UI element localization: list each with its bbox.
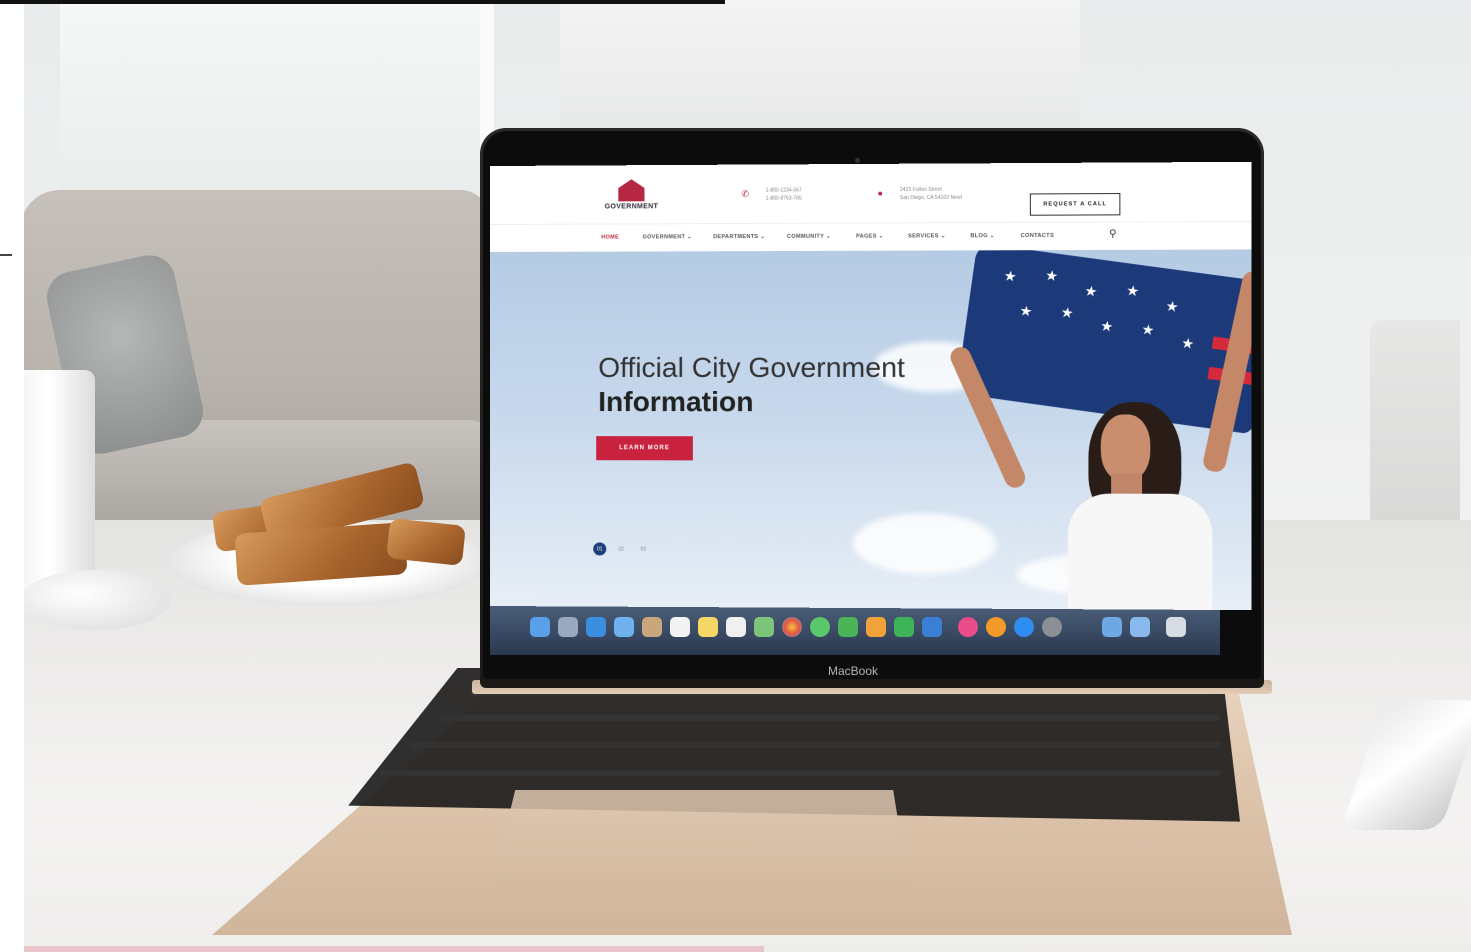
numbers-icon[interactable] bbox=[894, 617, 914, 637]
site-header: GOVERNMENT ✆ 1-800-1234-567 1-800-8763-7… bbox=[490, 161, 1252, 224]
pastry bbox=[386, 518, 466, 566]
top-border bbox=[0, 0, 725, 4]
contact-line: 2415 Fulton Street bbox=[899, 186, 942, 194]
edge-mark bbox=[0, 254, 12, 256]
keynote-icon[interactable] bbox=[922, 617, 942, 637]
photos-icon[interactable] bbox=[782, 617, 802, 637]
pages-icon[interactable] bbox=[866, 617, 886, 637]
nav-item-government[interactable]: GOVERNMENT ⌄ bbox=[642, 234, 692, 240]
system-preferences-icon[interactable] bbox=[1042, 617, 1062, 637]
macos-dock bbox=[490, 605, 1220, 655]
launchpad-icon[interactable] bbox=[558, 617, 578, 637]
nav-item-contacts[interactable]: CONTACTS bbox=[1021, 233, 1054, 239]
nav-item-community[interactable]: COMMUNITY ⌄ bbox=[787, 234, 831, 240]
downloads-icon[interactable] bbox=[1102, 617, 1122, 637]
site-logo[interactable]: GOVERNMENT bbox=[596, 179, 666, 217]
contacts-icon[interactable] bbox=[642, 617, 662, 637]
facetime-icon[interactable] bbox=[838, 617, 858, 637]
contact-line: 1-800-1234-567 bbox=[765, 187, 802, 194]
laptop-trackpad bbox=[490, 790, 910, 895]
hero-slider: ★ ★ ★ ★ ★ ★ ★ ★ ★ ★ Official City Govern… bbox=[490, 249, 1252, 611]
device-brand-label: MacBook bbox=[827, 664, 879, 678]
ibooks-icon[interactable] bbox=[986, 617, 1006, 637]
mail-icon[interactable] bbox=[614, 617, 634, 637]
maps-icon[interactable] bbox=[754, 617, 774, 637]
folder-icon[interactable] bbox=[1130, 617, 1150, 637]
messages-icon[interactable] bbox=[810, 617, 830, 637]
nav-item-blog[interactable]: BLOG ⌄ bbox=[970, 233, 994, 239]
key-row bbox=[440, 715, 1220, 721]
capitol-building-icon bbox=[618, 179, 644, 201]
webcam bbox=[855, 158, 860, 163]
slider-dot[interactable]: 02 bbox=[618, 547, 624, 553]
contact-line: San Diego, CA 54103 NewI bbox=[899, 194, 963, 202]
finder-icon[interactable] bbox=[530, 617, 550, 637]
nav-item-departments[interactable]: DEPARTMENTS ⌄ bbox=[713, 234, 765, 240]
nav-item-services[interactable]: SERVICES ⌄ bbox=[908, 233, 946, 239]
hero-title-bold: Information bbox=[598, 386, 754, 418]
bottom-border bbox=[24, 946, 764, 952]
slider-dot[interactable]: 03 bbox=[640, 547, 646, 553]
location-pin-icon: ● bbox=[877, 188, 884, 199]
contact-address: 2415 Fulton Street San Diego, CA 54103 N… bbox=[900, 186, 962, 202]
nav-item-pages[interactable]: PAGES ⌄ bbox=[856, 234, 884, 240]
cloud bbox=[853, 513, 997, 575]
key-row bbox=[410, 742, 1220, 748]
slider-dot[interactable]: 01 bbox=[593, 542, 607, 556]
reminders-icon[interactable] bbox=[726, 617, 746, 637]
search-icon[interactable]: ⚲ bbox=[1109, 229, 1117, 240]
itunes-icon[interactable] bbox=[958, 617, 978, 637]
background-window bbox=[60, 0, 494, 210]
contact-line: 1-800-8763-765 bbox=[765, 195, 802, 202]
photo-scene: MacBook GOVERNMENT ✆ 1-800-1234-567 1-80… bbox=[0, 0, 1471, 952]
key-row bbox=[380, 770, 1220, 776]
saucer bbox=[20, 570, 170, 630]
contact-phone: 1-800-1234-567 1-800-8763-765 bbox=[766, 186, 802, 202]
phone-icon: ✆ bbox=[741, 188, 750, 199]
trash-icon[interactable] bbox=[1166, 617, 1186, 637]
main-nav: HOME GOVERNMENT ⌄ DEPARTMENTS ⌄ COMMUNIT… bbox=[490, 220, 1252, 253]
woman-face bbox=[1100, 414, 1151, 482]
laptop-screen: GOVERNMENT ✆ 1-800-1234-567 1-800-8763-7… bbox=[490, 161, 1252, 611]
calendar-icon[interactable] bbox=[670, 617, 690, 637]
image-frame bbox=[0, 0, 24, 952]
american-flag: ★ ★ ★ ★ ★ ★ ★ ★ ★ ★ bbox=[956, 249, 1252, 435]
nav-item-home[interactable]: HOME bbox=[601, 235, 619, 241]
safari-icon[interactable] bbox=[586, 617, 606, 637]
notes-icon[interactable] bbox=[698, 617, 718, 637]
learn-more-button[interactable]: LEARN MORE bbox=[596, 436, 693, 461]
woman-shirt bbox=[1067, 493, 1213, 611]
app-store-icon[interactable] bbox=[1014, 617, 1034, 637]
logo-text: GOVERNMENT bbox=[604, 203, 659, 211]
request-call-button[interactable]: REQUEST A CALL bbox=[1029, 193, 1121, 216]
hero-title: Official City Government bbox=[598, 351, 905, 383]
